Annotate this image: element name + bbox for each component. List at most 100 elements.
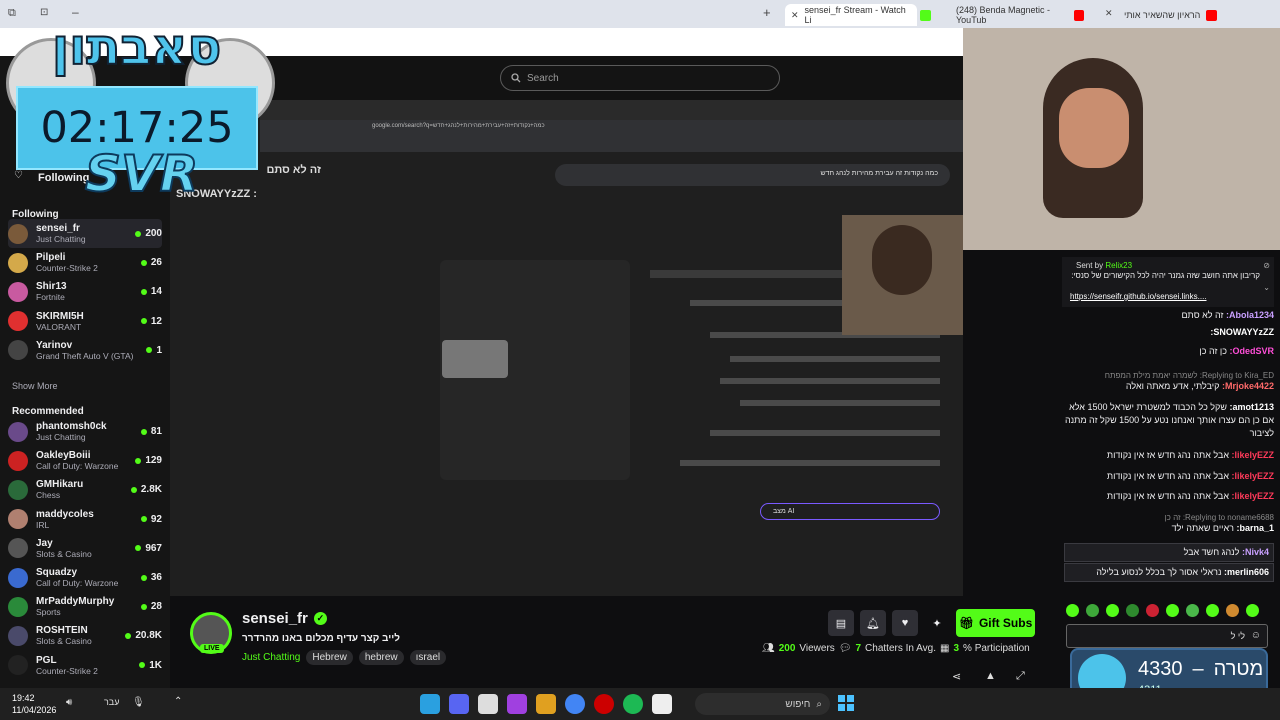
app-icon[interactable] bbox=[594, 694, 614, 714]
tab-youtube-1[interactable]: (248) Benda Magnetic - YouTub bbox=[950, 4, 1090, 26]
notes-app-icon[interactable] bbox=[478, 694, 498, 714]
obs-app-icon[interactable] bbox=[507, 694, 527, 714]
viewer-count: 36 bbox=[140, 572, 162, 583]
emoji-icon[interactable]: ☺ bbox=[1251, 630, 1261, 641]
explorer-app-icon[interactable] bbox=[652, 694, 672, 714]
sidebar-item-yarinov[interactable]: Yarinov Grand Theft Auto V (GTA) 1 bbox=[8, 336, 162, 365]
pin-icon[interactable]: ⊘ bbox=[1263, 261, 1270, 270]
spotify-app-icon[interactable] bbox=[623, 694, 643, 714]
window-icon[interactable]: ⧉ bbox=[8, 7, 16, 20]
stream-info: LIVE sensei_fr ✓ לייב קצר עדיף מכלום באנ… bbox=[170, 596, 1050, 688]
sidebar-item-skirmi5h[interactable]: SKIRMI5H VALORANT 12 bbox=[8, 307, 162, 336]
sidebar-item-squadzy[interactable]: Squadzy Call of Duty: Warzone 36 bbox=[8, 563, 162, 592]
inner-url: google.com/search?q=כמה+נקודות+זה+עבירת+… bbox=[372, 123, 545, 129]
sidebar-item-gmhikaru[interactable]: GMHikaru Chess 2.8K bbox=[8, 475, 162, 504]
channel-category: Just Chatting bbox=[36, 432, 86, 442]
pinned-text: קריבון אתה חושב שזה גמנר יהיה לכל הקישור… bbox=[1071, 271, 1260, 280]
chat-username[interactable]: Nivk4 bbox=[1245, 547, 1269, 557]
category-link[interactable]: Just Chatting bbox=[242, 652, 300, 663]
new-tab-icon[interactable]: + bbox=[763, 5, 771, 20]
tab-actions-icon[interactable]: ⊡ bbox=[40, 7, 48, 18]
windows-start-icon[interactable] bbox=[838, 695, 854, 711]
chat-username[interactable]: SNOWAYYzZZ bbox=[1213, 327, 1274, 337]
emote-icon[interactable] bbox=[1246, 604, 1259, 617]
participation-label: % Participation bbox=[963, 643, 1030, 654]
chat-username[interactable]: Abola1234 bbox=[1229, 310, 1274, 320]
viewer-count: 14 bbox=[140, 286, 162, 297]
sidebar-item-oakleyboiii[interactable]: OakleyBoiii Call of Duty: Warzone 129 bbox=[8, 446, 162, 475]
chat-text: כן זה כן bbox=[1199, 346, 1227, 356]
close-icon[interactable]: ✕ bbox=[1105, 8, 1113, 19]
viewer-count: 81 bbox=[140, 426, 162, 437]
chat-username[interactable]: likelyEZZ bbox=[1234, 491, 1274, 501]
sidebar-item-maddycoles[interactable]: maddycoles IRL 92 bbox=[8, 505, 162, 534]
clock[interactable]: 19:42 11/04/2026 bbox=[12, 692, 56, 716]
chevron-up-icon[interactable]: ⌃ bbox=[174, 696, 182, 707]
sidebar-item-phantomsh0ck[interactable]: phantomsh0ck Just Chatting 81 bbox=[8, 417, 162, 446]
following-button[interactable]: Following bbox=[38, 172, 89, 184]
viewer-count: 200 bbox=[135, 228, 162, 239]
emote-icon[interactable] bbox=[1186, 604, 1199, 617]
chat-username[interactable]: amot1213 bbox=[1232, 402, 1274, 412]
chat-input[interactable]: לי ל ☺ bbox=[1066, 624, 1268, 648]
taskbar-search-label: חיפוש bbox=[785, 698, 811, 710]
pinned-link[interactable]: https://senseifr.github.io/sensei.links.… bbox=[1070, 292, 1207, 301]
tab-kick-stream[interactable]: ✕ sensei_fr Stream - Watch Li bbox=[785, 4, 917, 26]
sidebar-item-shir13[interactable]: Shir13 Fortnite 14 bbox=[8, 277, 162, 306]
taskbar-search[interactable]: חיפוש ⌕ bbox=[695, 693, 830, 715]
emote-icon[interactable] bbox=[1166, 604, 1179, 617]
video-player[interactable]: google.com/search?q=כמה+נקודות+זה+עבירת+… bbox=[170, 100, 963, 596]
chat-username[interactable]: OdedSVR bbox=[1232, 346, 1274, 356]
emote-icon[interactable] bbox=[1226, 604, 1239, 617]
language-indicator[interactable]: עבר bbox=[104, 697, 119, 707]
emote-icon[interactable] bbox=[1206, 604, 1219, 617]
sidebar-item-mrpaddymurphy[interactable]: MrPaddyMurphy Sports 28 bbox=[8, 592, 162, 621]
mic-icon[interactable]: 🎙︎ bbox=[132, 697, 145, 708]
channel-name[interactable]: sensei_fr bbox=[242, 610, 308, 627]
emote-icon[interactable] bbox=[1106, 604, 1119, 617]
tag[interactable]: hebrew bbox=[358, 650, 404, 665]
emote-icon[interactable] bbox=[1146, 604, 1159, 617]
clip-button[interactable]: ▤ bbox=[828, 610, 854, 636]
chat-username[interactable]: likelyEZZ bbox=[1234, 471, 1274, 481]
sidebar-item-jay[interactable]: Jay Slots & Casino 967 bbox=[8, 534, 162, 563]
sidebar-item-roshtein[interactable]: ROSHTEIN Slots & Casino 20.8K bbox=[8, 621, 162, 650]
sidebar-item-pgl[interactable]: PGL Counter-Strike 2 1K bbox=[8, 651, 162, 680]
close-icon[interactable]: ✕ bbox=[791, 10, 799, 21]
sidebar-item-sensei_fr[interactable]: sensei_fr Just Chatting 200 bbox=[8, 219, 162, 248]
chrome-app-icon[interactable] bbox=[565, 694, 585, 714]
chat-text: אבל אתה נהג חדש אז אין נקודות bbox=[1106, 471, 1229, 481]
report-icon[interactable]: ▲ bbox=[985, 670, 996, 682]
tab-youtube-2[interactable]: הראיון שהשאיר אותי bbox=[1118, 4, 1258, 26]
clip-icon: ▤ bbox=[835, 617, 847, 630]
chat-username[interactable]: Mrjoke4422 bbox=[1225, 381, 1274, 391]
emote-icon[interactable] bbox=[1126, 604, 1139, 617]
app-icon[interactable] bbox=[536, 694, 556, 714]
search-input[interactable]: Search bbox=[500, 65, 780, 91]
chat-message: merlin606: נראלי אסור לך בכלל לנסוע בליל… bbox=[1064, 563, 1274, 582]
sidebar-item-pilpeli[interactable]: Pilpeli Counter-Strike 2 26 bbox=[8, 248, 162, 277]
notification-button[interactable]: 🔔︎ bbox=[860, 610, 886, 636]
tag[interactable]: Hebrew bbox=[306, 650, 353, 665]
emote-icon[interactable] bbox=[1066, 604, 1079, 617]
chat-username[interactable]: merlin606 bbox=[1227, 567, 1269, 577]
share-icon[interactable]: ⋖ bbox=[952, 670, 961, 683]
youtube-favicon-icon bbox=[1074, 9, 1084, 21]
minimize-icon[interactable]: – bbox=[72, 5, 79, 19]
sparkle-button[interactable]: ✦ bbox=[924, 610, 950, 636]
show-more-link[interactable]: Show More bbox=[12, 381, 58, 391]
volume-icon[interactable]: 🔊︎ bbox=[66, 697, 72, 708]
chat-username[interactable]: barna_1 bbox=[1239, 523, 1274, 533]
chat-message: SNOWAYYzZZ: bbox=[1210, 327, 1274, 337]
gift-subs-button[interactable]: 🎁︎ Gift Subs bbox=[956, 609, 1035, 637]
chatters-label: Chatters In Avg. bbox=[865, 643, 937, 654]
follow-button[interactable]: ♥ bbox=[892, 610, 918, 636]
discord-app-icon[interactable] bbox=[449, 694, 469, 714]
chat-username[interactable]: likelyEZZ bbox=[1234, 450, 1274, 460]
emote-icon[interactable] bbox=[1086, 604, 1099, 617]
theater-icon[interactable]: ⤢ bbox=[1016, 670, 1025, 683]
telegram-app-icon[interactable] bbox=[420, 694, 440, 714]
chevron-down-icon[interactable]: ⌄ bbox=[1263, 283, 1270, 292]
chat-message: Mrjoke4422: קיבלתי, אדע מאתה ואלה bbox=[1125, 381, 1274, 391]
tag[interactable]: ısrael bbox=[409, 650, 447, 665]
